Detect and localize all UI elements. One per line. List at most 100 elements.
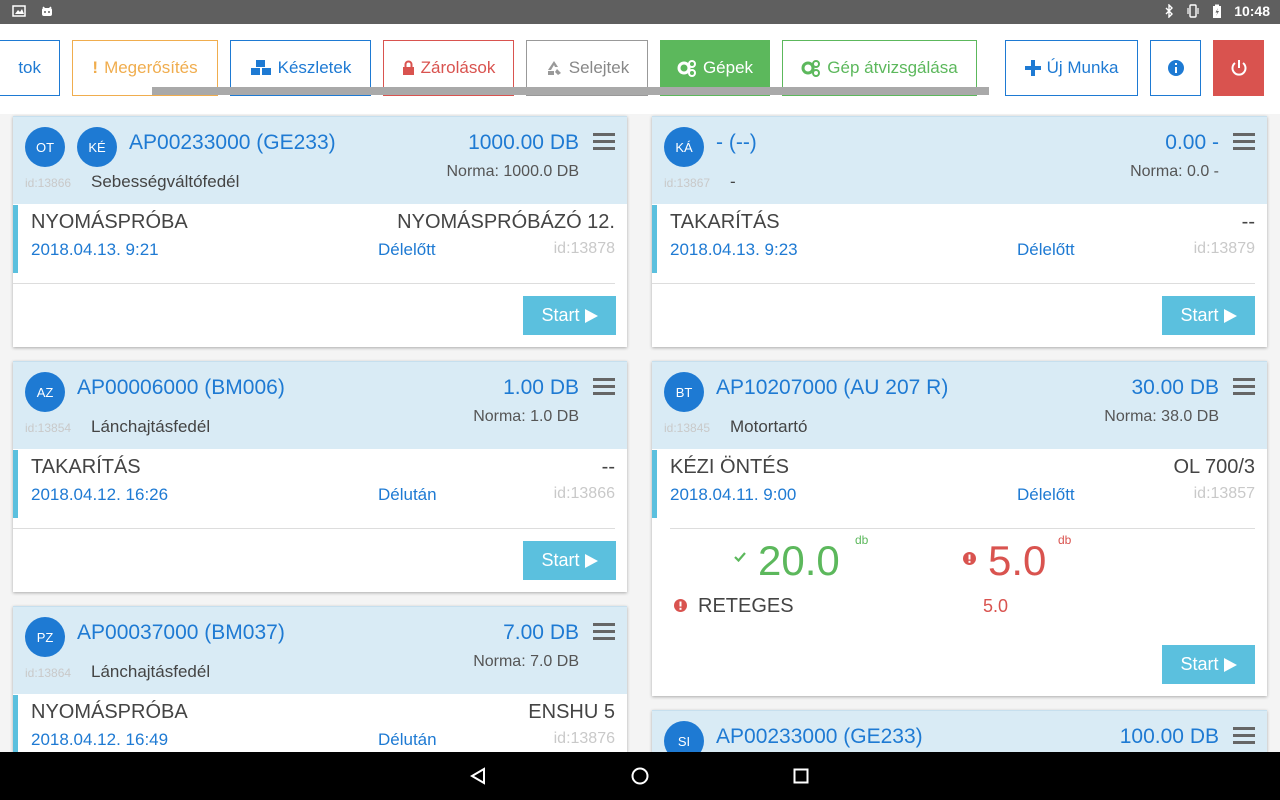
scrap-unit: db bbox=[1058, 533, 1072, 547]
operation-row: TAKARÍTÁS -- 2018.04.13. 9:23 Délelőtt i… bbox=[652, 205, 1255, 273]
locks-label: Zárolások bbox=[420, 58, 496, 77]
hamburger-menu-icon[interactable] bbox=[593, 623, 615, 641]
quantity: 30.00 DB bbox=[1131, 376, 1219, 399]
info-icon bbox=[1167, 60, 1184, 76]
play-icon bbox=[1223, 657, 1237, 672]
machines-label: Gépek bbox=[702, 58, 754, 77]
avatar: AZ bbox=[25, 372, 65, 412]
card-header: PZ AP00037000 (BM037) 7.00 DB Norma: 7.0… bbox=[13, 606, 627, 694]
operation-id: id:13879 bbox=[1193, 240, 1255, 257]
norma: Norma: 1.0 DB bbox=[473, 408, 579, 425]
start-button[interactable]: Start bbox=[1162, 296, 1255, 335]
recycle-icon bbox=[547, 61, 561, 75]
avatar: KÉ bbox=[77, 127, 117, 167]
divider bbox=[670, 528, 1255, 529]
operation-row: NYOMÁSPRÓBA NYOMÁSPRÓBÁZÓ 12. 2018.04.13… bbox=[13, 205, 615, 273]
quantity: 0.00 - bbox=[1165, 131, 1219, 154]
operation-date: 2018.04.11. 9:00 bbox=[670, 485, 797, 504]
part-name: Motortartó bbox=[730, 417, 808, 436]
new-job-button[interactable]: Új Munka bbox=[1005, 40, 1138, 96]
operation-shift: Délelőtt bbox=[1017, 485, 1075, 504]
machine-inspection-label: Gép átvizsgálása bbox=[827, 58, 958, 77]
play-icon bbox=[584, 308, 598, 323]
scrap-reason-value: 5.0 bbox=[983, 596, 1009, 616]
norma: Norma: 38.0 DB bbox=[1104, 408, 1219, 425]
norma: Norma: 1000.0 DB bbox=[446, 163, 579, 180]
stocks-label: Készletek bbox=[277, 58, 352, 77]
gallery-notification-icon bbox=[12, 5, 26, 17]
lock-icon bbox=[402, 60, 414, 75]
card-id: id:13854 bbox=[25, 421, 72, 435]
start-button[interactable]: Start bbox=[1162, 645, 1255, 684]
avatar: KÁ bbox=[664, 127, 704, 167]
product-code: AP00233000 (GE233) bbox=[129, 131, 336, 154]
cogs-icon bbox=[801, 60, 821, 77]
start-button[interactable]: Start bbox=[523, 541, 616, 580]
start-button[interactable]: Start bbox=[523, 296, 616, 335]
confirmation-label: Megerősítés bbox=[104, 58, 198, 77]
operation-machine: NYOMÁSPRÓBÁZÓ 12. bbox=[397, 211, 615, 233]
quantity: 7.00 DB bbox=[503, 621, 579, 644]
card-header: AZ AP00006000 (BM006) 1.00 DB Norma: 1.0… bbox=[13, 361, 627, 449]
card-header: KÁ - (--) 0.00 - Norma: 0.0 - id:13867 - bbox=[652, 116, 1267, 204]
product-code: AP00037000 (BM037) bbox=[77, 621, 285, 644]
operation-id: id:13857 bbox=[1193, 485, 1255, 502]
hamburger-menu-icon[interactable] bbox=[1233, 378, 1255, 396]
divider bbox=[652, 283, 1255, 284]
home-icon[interactable] bbox=[631, 767, 649, 785]
job-card: BT AP10207000 (AU 207 R) 30.00 DB Norma:… bbox=[652, 361, 1267, 696]
part-name: Sebességváltófedél bbox=[91, 172, 240, 191]
scrap-quantity: 5.0 bbox=[988, 537, 1047, 584]
operation-id: id:13878 bbox=[553, 240, 615, 257]
vibrate-icon bbox=[1187, 4, 1199, 18]
avatar: PZ bbox=[25, 617, 65, 657]
job-card: SI AP00233000 (GE233) 100.00 DB bbox=[652, 710, 1267, 752]
cubes-icon bbox=[250, 60, 271, 75]
cogs-icon bbox=[677, 60, 696, 77]
divider bbox=[13, 283, 615, 284]
plus-icon bbox=[1024, 60, 1041, 76]
operation-machine: -- bbox=[1241, 211, 1255, 233]
norma: Norma: 7.0 DB bbox=[473, 653, 579, 670]
android-navigation-bar bbox=[0, 752, 1280, 800]
job-card: OT KÉ AP00233000 (GE233) 1000.00 DB Norm… bbox=[13, 116, 627, 347]
good-quantity: 20.0 bbox=[758, 537, 840, 584]
play-icon bbox=[1223, 308, 1237, 323]
clock: 10:48 bbox=[1234, 3, 1270, 19]
hamburger-menu-icon[interactable] bbox=[1233, 133, 1255, 151]
card-header: OT KÉ AP00233000 (GE233) 1000.00 DB Norm… bbox=[13, 116, 627, 204]
operation-date: 2018.04.13. 9:21 bbox=[31, 240, 159, 259]
android-notification-icon bbox=[42, 6, 52, 16]
card-id: id:13867 bbox=[664, 176, 711, 190]
job-card: KÁ - (--) 0.00 - Norma: 0.0 - id:13867 -… bbox=[652, 116, 1267, 347]
power-button[interactable] bbox=[1213, 40, 1264, 96]
card-id: id:13845 bbox=[664, 421, 711, 435]
operation-row: TAKARÍTÁS -- 2018.04.12. 16:26 Délután i… bbox=[13, 450, 615, 518]
avatar: SI bbox=[664, 721, 704, 752]
bluetooth-icon bbox=[1165, 4, 1174, 18]
divider bbox=[13, 528, 615, 529]
part-name: Lánchajtásfedél bbox=[91, 662, 211, 681]
operation-shift: Délelőtt bbox=[378, 240, 436, 259]
start-label: Start bbox=[541, 305, 580, 325]
quantity: 1.00 DB bbox=[503, 376, 579, 399]
back-icon[interactable] bbox=[469, 767, 487, 785]
tab-partial-left[interactable]: tok bbox=[0, 40, 60, 96]
hamburger-menu-icon[interactable] bbox=[593, 133, 615, 151]
operation-shift: Délelőtt bbox=[1017, 240, 1075, 259]
toolbar: tok ! Megerősítés Készletek Zárolások Se… bbox=[0, 24, 1280, 114]
battery-charging-icon bbox=[1213, 4, 1222, 18]
start-label: Start bbox=[541, 550, 580, 570]
avatar: OT bbox=[25, 127, 65, 167]
card-header: BT AP10207000 (AU 207 R) 30.00 DB Norma:… bbox=[652, 361, 1267, 449]
horizontal-scrollbar[interactable] bbox=[152, 87, 989, 95]
new-job-label: Új Munka bbox=[1046, 58, 1119, 77]
operation-date: 2018.04.12. 16:26 bbox=[31, 485, 169, 504]
start-label: Start bbox=[1180, 654, 1219, 674]
recents-icon[interactable] bbox=[793, 768, 809, 784]
info-button[interactable] bbox=[1150, 40, 1201, 96]
norma: Norma: 0.0 - bbox=[1130, 163, 1219, 180]
hamburger-menu-icon[interactable] bbox=[593, 378, 615, 396]
hamburger-menu-icon[interactable] bbox=[1233, 727, 1255, 745]
avatar: BT bbox=[664, 372, 704, 412]
